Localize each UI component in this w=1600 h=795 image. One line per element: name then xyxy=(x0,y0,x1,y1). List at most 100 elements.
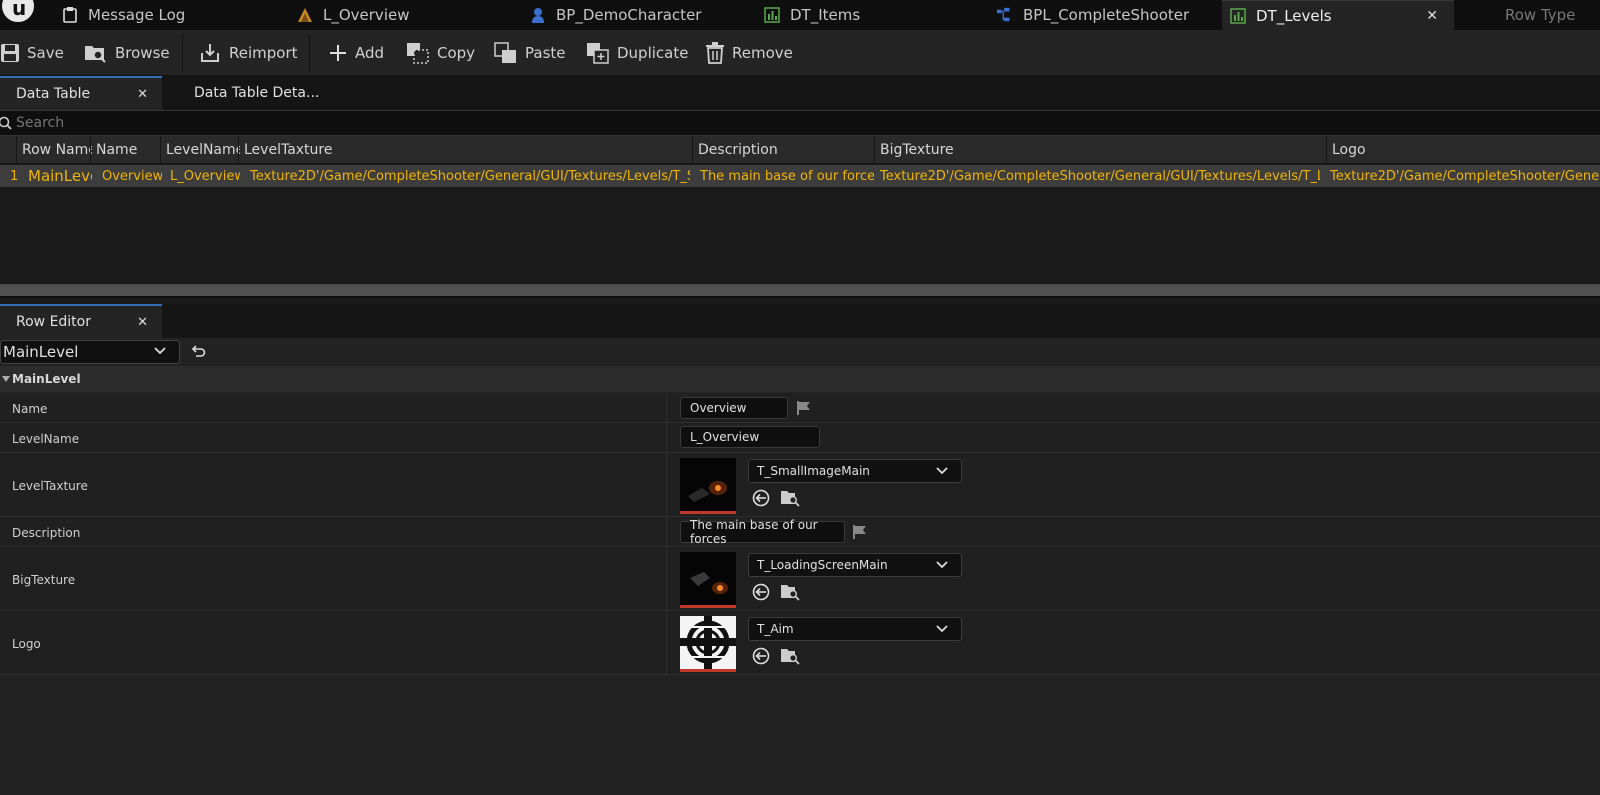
copy-icon xyxy=(407,43,429,64)
column-divider xyxy=(666,611,667,674)
column-header-big-texture[interactable]: BigTexture xyxy=(874,136,1326,164)
tab-data-table[interactable]: Data Table ✕ xyxy=(0,76,162,110)
search-input[interactable] xyxy=(16,115,616,131)
chevron-down-icon xyxy=(936,561,948,569)
property-label: Logo xyxy=(12,637,41,651)
browse-asset-icon[interactable] xyxy=(780,647,800,665)
close-tab-icon[interactable]: ✕ xyxy=(1426,8,1438,24)
column-header-logo[interactable]: Logo xyxy=(1326,136,1600,164)
cell-row-name[interactable]: MainLevel xyxy=(22,165,92,187)
browse-asset-icon[interactable] xyxy=(780,489,800,507)
level-texture-asset-dropdown[interactable]: T_SmallImageMain xyxy=(748,459,962,483)
duplicate-button[interactable]: Duplicate xyxy=(586,40,688,66)
column-divider xyxy=(666,453,667,516)
use-selected-icon[interactable] xyxy=(752,489,770,507)
reimport-label: Reimport xyxy=(229,44,298,62)
cell-big-texture[interactable]: Texture2D'/Game/CompleteShooter/General/… xyxy=(874,165,1320,187)
column-header-row-name[interactable]: Row Name xyxy=(16,136,92,164)
asset-name: T_LoadingScreenMain xyxy=(757,558,888,572)
undo-icon[interactable] xyxy=(190,343,206,359)
remove-button[interactable]: Remove xyxy=(705,40,793,66)
tab-message-log[interactable]: Message Log xyxy=(62,0,292,30)
column-header-description[interactable]: Description xyxy=(692,136,874,164)
property-row-level-name: LevelName L_Overview xyxy=(0,423,1600,453)
browse-button[interactable]: Browse xyxy=(84,40,170,66)
reimport-button[interactable]: Reimport xyxy=(200,40,298,66)
property-row-name: Name Overview xyxy=(0,393,1600,423)
tab-bp-democharacter[interactable]: BP_DemoCharacter xyxy=(530,0,760,30)
column-divider xyxy=(666,517,667,546)
toolbar: Save Browse Reimport Add Copy Paste Dupl… xyxy=(0,30,1600,76)
use-selected-icon[interactable] xyxy=(752,583,770,601)
browse-asset-icon[interactable] xyxy=(780,583,800,601)
tab-dt-items[interactable]: DT_Items xyxy=(764,0,994,30)
column-header-level-name[interactable]: LevelName xyxy=(160,136,240,164)
big-texture-asset-dropdown[interactable]: T_LoadingScreenMain xyxy=(748,553,962,577)
row-index: 1 xyxy=(10,168,19,184)
property-label: LevelName xyxy=(12,432,80,446)
flag-icon[interactable] xyxy=(852,524,868,540)
trash-icon xyxy=(706,42,724,64)
texture-thumbnail[interactable] xyxy=(680,458,736,514)
close-tab-icon[interactable]: ✕ xyxy=(137,315,148,330)
cell-level-taxture[interactable]: Texture2D'/Game/CompleteShooter/General/… xyxy=(244,165,690,187)
message-log-icon xyxy=(62,7,78,23)
tab-label: Data Table xyxy=(16,86,91,102)
cell-logo[interactable]: Texture2D'/Game/CompleteShooter/General/… xyxy=(1324,165,1600,187)
row-select-dropdown[interactable]: MainLevel xyxy=(0,340,180,364)
table-row[interactable]: 1 MainLevel Overview L_Overview Texture2… xyxy=(0,165,1600,187)
column-header-name[interactable]: Name xyxy=(90,136,162,164)
blueprint-character-icon xyxy=(530,7,546,23)
unreal-logo-icon[interactable] xyxy=(0,0,36,24)
data-table-panel-tabs: Data Table ✕ Data Table Deta... xyxy=(0,76,1600,110)
tab-data-table-details[interactable]: Data Table Deta... xyxy=(178,76,338,110)
paste-icon xyxy=(494,42,516,63)
browse-icon xyxy=(85,46,106,63)
asset-actions xyxy=(752,489,800,507)
tab-l-overview[interactable]: L_Overview xyxy=(297,0,527,30)
close-tab-icon[interactable]: ✕ xyxy=(137,87,148,102)
tab-label: Row Editor xyxy=(16,314,91,330)
level-name-field[interactable]: L_Overview xyxy=(680,426,820,448)
category-header-mainlevel[interactable]: MainLevel xyxy=(0,366,1600,392)
add-button[interactable]: Add xyxy=(328,40,384,66)
description-field[interactable]: The main base of our forces xyxy=(680,518,845,546)
datatable-icon xyxy=(764,7,780,23)
asset-actions xyxy=(752,647,800,665)
copy-label: Copy xyxy=(437,44,476,62)
plus-icon xyxy=(330,45,346,61)
search-bar xyxy=(0,110,1600,136)
tab-row-type[interactable]: Row Type xyxy=(1505,0,1600,30)
asset-actions xyxy=(752,583,800,601)
panel-splitter[interactable] xyxy=(0,284,1600,298)
property-label: BigTexture xyxy=(12,573,76,587)
cell-level-name[interactable]: L_Overview xyxy=(164,165,240,187)
flag-icon[interactable] xyxy=(796,400,812,416)
copy-button[interactable]: Copy xyxy=(406,40,475,66)
property-row-big-texture: BigTexture T_LoadingScreenMain xyxy=(0,547,1600,611)
tab-dt-levels[interactable]: DT_Levels ✕ xyxy=(1222,0,1454,30)
cell-description[interactable]: The main base of our forces xyxy=(694,165,874,187)
property-row-description: Description The main base of our forces xyxy=(0,517,1600,547)
asset-name: T_SmallImageMain xyxy=(757,464,870,478)
browse-label: Browse xyxy=(115,44,170,62)
column-divider xyxy=(666,423,667,452)
tab-row-editor[interactable]: Row Editor ✕ xyxy=(0,304,162,338)
save-label: Save xyxy=(27,44,64,62)
toolbar-divider xyxy=(309,34,310,72)
cell-name[interactable]: Overview xyxy=(96,165,162,187)
column-divider xyxy=(666,393,667,422)
use-selected-icon[interactable] xyxy=(752,647,770,665)
paste-button[interactable]: Paste xyxy=(494,40,566,66)
save-button[interactable]: Save xyxy=(0,40,64,66)
tab-label: Message Log xyxy=(88,6,186,24)
save-icon xyxy=(1,44,19,62)
chevron-down-icon xyxy=(936,467,948,475)
tab-label: Row Type xyxy=(1505,6,1576,24)
tab-bpl-completeshooter[interactable]: BPL_CompleteShooter xyxy=(997,0,1222,30)
name-field[interactable]: Overview xyxy=(680,397,788,419)
texture-thumbnail[interactable] xyxy=(680,616,736,672)
column-header-level-taxture[interactable]: LevelTaxture xyxy=(238,136,680,164)
logo-asset-dropdown[interactable]: T_Aim xyxy=(748,617,962,641)
texture-thumbnail[interactable] xyxy=(680,552,736,608)
